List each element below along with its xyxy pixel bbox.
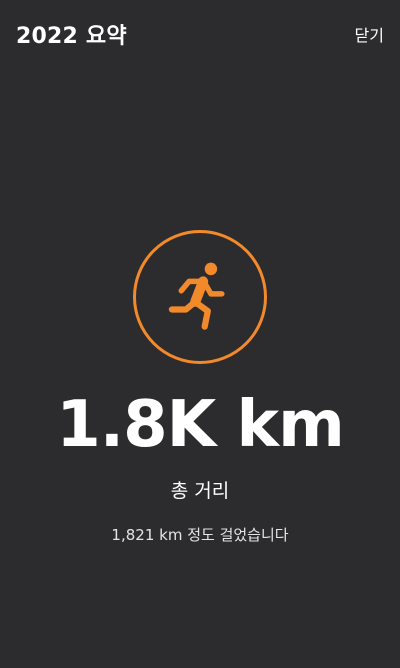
total-distance-value: 1.8K km: [56, 388, 345, 462]
header: 2022 요약 닫기: [0, 0, 400, 70]
activity-icon-ring: [133, 230, 267, 364]
close-button[interactable]: 닫기: [355, 22, 384, 46]
distance-detail-text: 1,821 km 정도 걸었습니다: [111, 526, 289, 544]
page-title: 2022 요약: [16, 24, 127, 49]
total-distance-label: 총 거리: [170, 480, 230, 502]
running-person-icon: [168, 262, 225, 330]
